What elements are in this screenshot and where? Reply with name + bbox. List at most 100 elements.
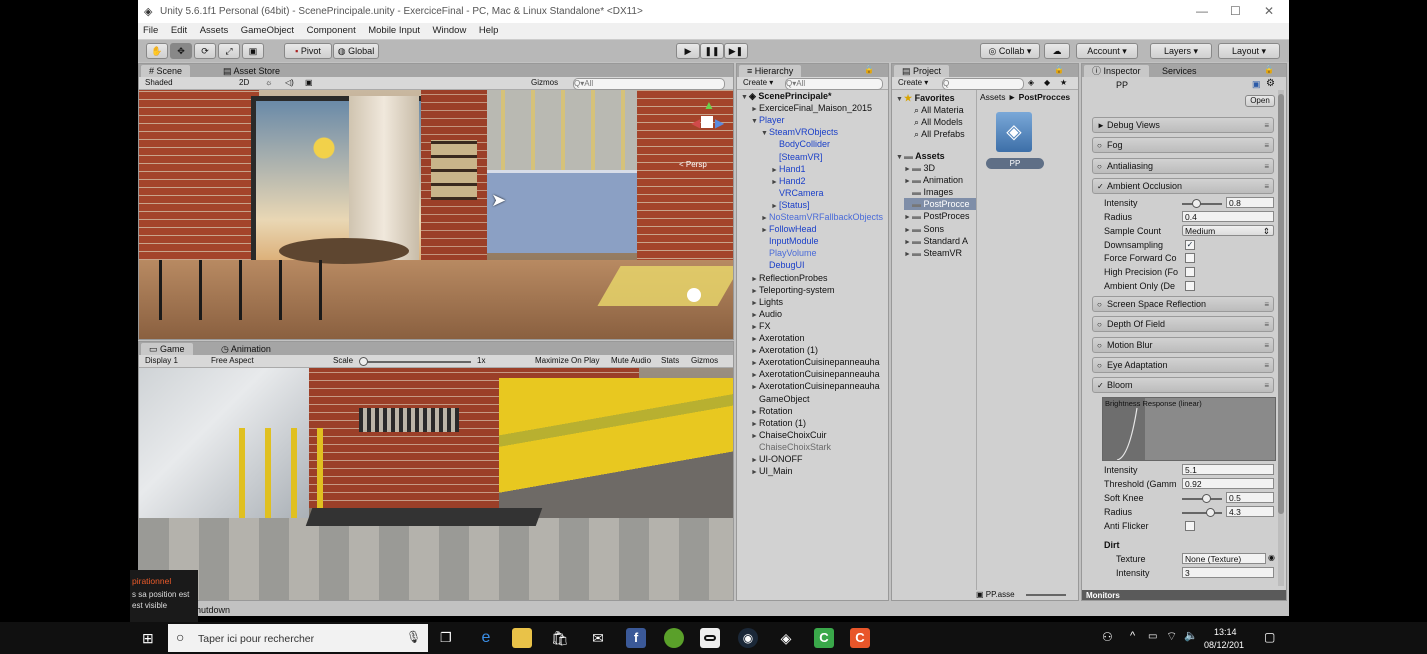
tab-services[interactable]: Services	[1154, 65, 1205, 77]
section-menu-icon[interactable]: ≡	[1264, 338, 1269, 353]
settings-gear-icon[interactable]: ⚙	[1266, 78, 1275, 89]
asset-folder-item[interactable]: ▬ PostProcce	[904, 198, 976, 211]
object-picker-icon[interactable]: ◉	[1268, 553, 1275, 562]
filter-label-icon[interactable]: ◆	[1044, 78, 1050, 88]
hierarchy-item[interactable]: InputModule	[761, 235, 819, 247]
open-button[interactable]: Open	[1245, 95, 1275, 107]
section-bloom[interactable]: ✓ Bloom ≡	[1092, 377, 1274, 393]
section-menu-icon[interactable]: ≡	[1264, 317, 1269, 332]
asset-folder-item[interactable]: ►▬ Animation	[904, 174, 976, 186]
asset-pp[interactable]: ◈ PP	[986, 112, 1044, 174]
section-eye-adaptation[interactable]: ○ Eye Adaptation ≡	[1092, 357, 1274, 373]
audio-toggle-icon[interactable]: ◁)	[285, 78, 294, 88]
expand-arrow-icon[interactable]: ►	[904, 237, 912, 247]
hierarchy-item[interactable]: ▼Player	[751, 114, 785, 126]
tab-hierarchy[interactable]: ≡ Hierarchy	[739, 65, 802, 77]
asset-folder-item[interactable]: ►▬ Sons	[904, 223, 976, 235]
ao-intensity-knob[interactable]	[1192, 199, 1201, 208]
mail-icon[interactable]: ✉	[588, 628, 608, 648]
menu-file[interactable]: File	[138, 23, 163, 36]
expand-arrow-icon[interactable]: ▼	[741, 92, 749, 104]
scene-render[interactable]: ▲ ▶ ◀ < Persp ➤	[139, 90, 733, 339]
section-menu-icon[interactable]: ≡	[1264, 159, 1269, 174]
toggle-on-icon[interactable]: ✓	[1097, 179, 1104, 194]
game-gizmos-dropdown[interactable]: Gizmos	[691, 356, 718, 366]
bloom-intensity-field[interactable]: 5.1	[1182, 464, 1274, 475]
global-button[interactable]: ◍ Global	[333, 43, 379, 59]
hierarchy-item[interactable]: ►UI_Main	[751, 465, 793, 477]
ao-ambient-only-checkbox[interactable]	[1185, 281, 1195, 291]
play-button[interactable]: ▶	[676, 43, 700, 59]
step-button[interactable]: ▶❚	[724, 43, 748, 59]
battery-icon[interactable]: ▭	[1148, 631, 1157, 642]
monitors-bar[interactable]: Monitors	[1082, 590, 1286, 600]
hierarchy-item[interactable]: ►Axerotation	[751, 332, 805, 344]
hierarchy-item[interactable]: ►ChaiseChoixCuir	[751, 429, 827, 441]
hierarchy-item[interactable]: ►Axerotation (1)	[751, 344, 818, 356]
fav-item[interactable]: ⌕ All Models	[914, 116, 963, 128]
breadcrumb-current[interactable]: PostProcces	[1019, 92, 1071, 102]
mode-2d-button[interactable]: 2D	[239, 78, 249, 88]
microphone-icon[interactable]: 🎙	[406, 630, 421, 644]
hierarchy-item[interactable]: ►NoSteamVRFallbackObjects	[761, 211, 883, 223]
ao-intensity-field[interactable]: 0.8	[1226, 197, 1274, 208]
tab-scene[interactable]: # Scene	[141, 65, 191, 77]
toggle-on-icon[interactable]: ✓	[1097, 378, 1104, 393]
hierarchy-item[interactable]: ►FollowHead	[761, 223, 817, 235]
section-motion-blur[interactable]: ○ Motion Blur ≡	[1092, 337, 1274, 353]
ao-high-precision-checkbox[interactable]	[1185, 267, 1195, 277]
hierarchy-item[interactable]: ►Audio	[751, 308, 782, 320]
hierarchy-item[interactable]: ►Hand2	[771, 175, 806, 187]
hierarchy-item[interactable]: ►AxerotationCuisinepanneauha	[751, 356, 880, 368]
unity-taskbar-icon[interactable]: ◈	[776, 628, 796, 648]
hierarchy-item[interactable]: ►Teleporting-system	[751, 284, 835, 296]
section-menu-icon[interactable]: ≡	[1264, 297, 1269, 312]
hierarchy-item[interactable]: ►UI-ONOFF	[751, 453, 803, 465]
game-render[interactable]	[139, 368, 733, 600]
icon-size-slider[interactable]	[1026, 594, 1066, 596]
scene-gizmo[interactable]: ▲ ▶ ◀	[691, 98, 727, 148]
tray-chevron-icon[interactable]: ^	[1130, 630, 1135, 642]
bloom-radius-field[interactable]: 4.3	[1226, 506, 1274, 517]
steam-icon[interactable]: ◉	[738, 628, 758, 648]
hierarchy-item[interactable]: ►ExerciceFinal_Maison_2015	[751, 102, 872, 114]
section-depth-of-field[interactable]: ○ Depth Of Field ≡	[1092, 316, 1274, 332]
menu-gameobject[interactable]: GameObject	[236, 23, 299, 36]
bloom-soft-knee-field[interactable]: 0.5	[1226, 492, 1274, 503]
expand-arrow-icon[interactable]: ►	[904, 164, 912, 174]
task-view-icon[interactable]: ❐	[440, 630, 452, 646]
camtasia-orange-icon[interactable]: C	[850, 628, 870, 648]
scene-gizmos-dropdown[interactable]: Gizmos	[531, 78, 558, 88]
section-debug-views[interactable]: ► Debug Views ≡	[1092, 117, 1274, 133]
project-create-dropdown[interactable]: Create ▾	[898, 78, 928, 88]
expand-arrow-icon[interactable]: ▼	[751, 116, 759, 128]
shading-dropdown[interactable]: Shaded	[145, 78, 173, 88]
hierarchy-item[interactable]: ►Lights	[751, 296, 783, 308]
hierarchy-item[interactable]: ►Rotation (1)	[751, 417, 806, 429]
expand-arrow-icon[interactable]: ►	[904, 249, 912, 259]
asset-folder-item[interactable]: ►▬ Standard A	[904, 235, 976, 247]
favorites-header[interactable]: ▼★ Favorites	[896, 92, 955, 104]
taskbar-search-box[interactable]: ○ Taper ici pour rechercher 🎙	[168, 624, 428, 652]
maximize-icon[interactable]: ☐	[1230, 4, 1241, 18]
file-explorer-icon[interactable]	[512, 628, 532, 648]
clock-time[interactable]: 13:14	[1214, 627, 1237, 637]
section-menu-icon[interactable]: ≡	[1264, 378, 1269, 393]
dirt-texture-field[interactable]: None (Texture)	[1182, 553, 1266, 564]
maximize-on-play-toggle[interactable]: Maximize On Play	[535, 356, 599, 366]
scale-slider[interactable]	[361, 361, 471, 363]
account-dropdown[interactable]: Account ▾	[1076, 43, 1138, 59]
stats-toggle[interactable]: Stats	[661, 356, 679, 366]
rect-tool-button[interactable]: ▣	[242, 43, 264, 59]
menu-window[interactable]: Window	[428, 23, 472, 36]
hierarchy-item[interactable]: ►AxerotationCuisinepanneauha	[751, 380, 880, 392]
hierarchy-item[interactable]: ▼SteamVRObjects	[761, 126, 838, 138]
asset-folder-item[interactable]: ►▬ 3D	[904, 162, 976, 174]
effects-toggle-icon[interactable]: ▣	[305, 78, 313, 88]
breadcrumb-assets[interactable]: Assets	[980, 92, 1006, 102]
star-filter-icon[interactable]: ★	[1060, 78, 1067, 88]
project-search-input[interactable]: Q	[942, 78, 1024, 90]
move-tool-button[interactable]: ✥	[170, 43, 192, 59]
section-menu-icon[interactable]: ≡	[1264, 118, 1269, 133]
inspector-scrollbar[interactable]	[1278, 90, 1284, 586]
